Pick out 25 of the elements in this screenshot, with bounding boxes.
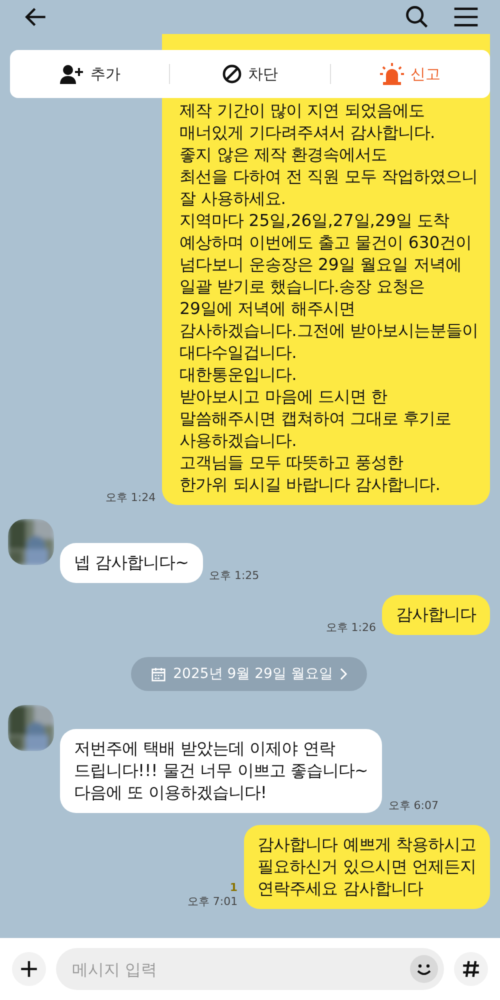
message-bubble: 감사합니다 [382, 595, 490, 635]
message-time: 오후 7:01 [187, 894, 238, 909]
action-button[interactable]: 차단 [170, 63, 330, 85]
plus-icon [20, 960, 38, 978]
hashtag-icon [462, 960, 480, 978]
emoji-icon[interactable] [410, 955, 438, 983]
action-button[interactable]: 추가 [10, 63, 170, 85]
unread-count: 1 [230, 881, 238, 894]
message-time: 오후 6:07 [388, 798, 438, 813]
message-input[interactable]: 메시지 입력 [56, 948, 444, 990]
message-time: 오후 1:24 [105, 490, 156, 505]
date-text: 2025년 9월 29일 월요일 [173, 665, 333, 683]
chevron-icon [340, 668, 347, 680]
search-icon[interactable] [404, 4, 430, 30]
message-bubble: 저번주에 택배 받았는데 이제야 연락 드립니다!!! 물건 너무 이쁘고 좋습니다~ 다음에 또 이용하겠습니다! [60, 729, 382, 813]
message-time: 오후 1:25 [208, 568, 260, 583]
plus-button[interactable] [12, 952, 46, 986]
calendar-icon [151, 666, 166, 682]
block-icon [222, 64, 242, 84]
siren-icon [380, 63, 404, 85]
hashtag-button[interactable] [454, 952, 488, 986]
message-bubble: 넵 감사합니다~ [60, 543, 203, 583]
message-bubble: 감사합니다 예쁘게 착용하시고 필요하신거 있으시면 언제든지 연락주세요 감사합니다 [244, 825, 490, 909]
add-friend-icon [58, 64, 85, 84]
message-time: 오후 1:26 [326, 620, 376, 635]
